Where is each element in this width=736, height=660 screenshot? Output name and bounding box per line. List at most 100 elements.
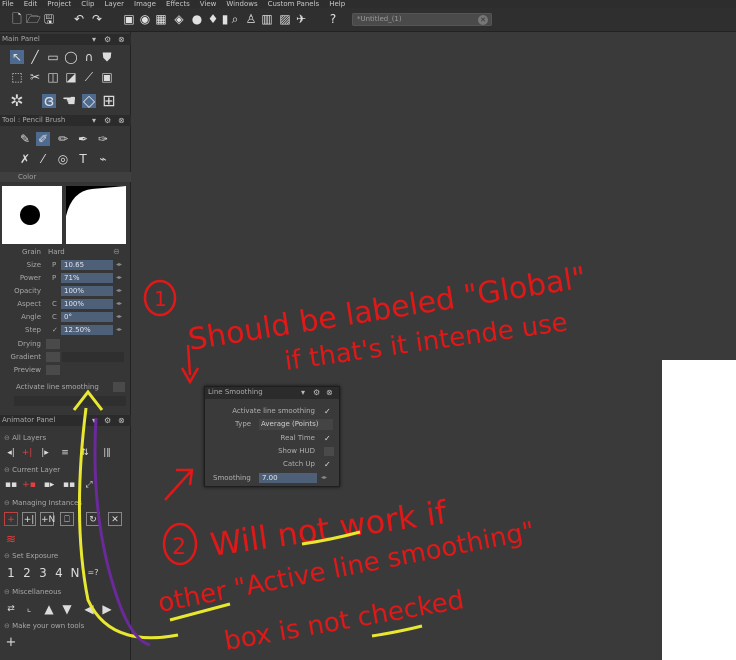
bug-tool-icon[interactable]: ✲ [10, 93, 24, 109]
miscellaneous-group[interactable]: Miscellaneous [4, 588, 61, 596]
new-file-icon[interactable]: 🗋 [10, 12, 24, 26]
eraser-icon[interactable]: ✗ [18, 152, 32, 166]
edit-key-layer-icon[interactable]: ⤢ [82, 478, 96, 492]
dropdown-icon[interactable]: ▾ [92, 35, 96, 44]
power-arrow-icon[interactable]: ◂▸ [116, 274, 122, 281]
transform-tool-icon[interactable]: ⬚ [10, 70, 24, 84]
send-icon[interactable]: ✈ [294, 12, 308, 26]
size-field[interactable]: 10.65 [61, 260, 113, 270]
menu-file[interactable]: File [2, 0, 14, 8]
dialog-smoothing-arrow-icon[interactable]: ◂▸ [321, 474, 327, 481]
smudge-icon[interactable]: ⌁ [96, 152, 110, 166]
size-arrow-icon[interactable]: ◂▸ [116, 261, 122, 268]
ellipse-tool-icon[interactable]: ◯ [64, 50, 78, 64]
camera-icon[interactable]: ▣ [122, 12, 136, 26]
fill-tool-icon[interactable]: ⛊ [100, 50, 114, 64]
close-icon[interactable]: ⊗ [326, 388, 333, 397]
person-icon[interactable]: ♙ [244, 12, 258, 26]
size-pressure-flag[interactable]: P [52, 261, 56, 269]
exposure-n-button[interactable]: N [68, 566, 82, 580]
next-key-all-icon[interactable]: |▸ [38, 446, 52, 460]
contour-tool-icon[interactable]: ◫ [46, 70, 60, 84]
dropdown-icon[interactable]: ▾ [92, 116, 96, 125]
instance-stack-icon[interactable]: ≋ [4, 532, 18, 546]
new-instance-icon[interactable]: + [4, 512, 18, 526]
exposure-3-button[interactable]: 3 [36, 566, 50, 580]
rectangle-tool-icon[interactable]: ▭ [46, 50, 60, 64]
exposure-query-button[interactable]: =? [86, 566, 100, 580]
dialog-catch-up-checkbox[interactable]: ✓ [324, 460, 334, 469]
dropper-icon[interactable]: ⁄ [36, 152, 50, 166]
dialog-activate-checkbox[interactable]: ✓ [324, 407, 334, 416]
close-icon[interactable]: ⊗ [118, 116, 125, 125]
stroke-tool-icon[interactable]: ⟋ [82, 70, 96, 84]
gear-icon[interactable]: ⚙ [104, 116, 111, 125]
step-arrow-icon[interactable]: ◂▸ [116, 326, 122, 333]
grain-value[interactable]: Hard [48, 248, 65, 256]
marker-brush-icon[interactable]: ✒ [76, 132, 90, 146]
pan-tool-icon[interactable]: ☚ [62, 93, 76, 109]
image-icon[interactable]: ▨ [278, 12, 292, 26]
dialog-show-hud-checkbox[interactable] [324, 447, 334, 456]
color-wheel-icon[interactable]: ◉ [138, 12, 152, 26]
menu-project[interactable]: Project [47, 0, 71, 8]
activate-line-smoothing-checkbox[interactable] [113, 382, 125, 392]
aspect-field[interactable]: 100% [61, 299, 113, 309]
dialog-type-select[interactable]: Average (Points) [259, 419, 333, 430]
open-file-icon[interactable]: 🗁 [26, 12, 41, 26]
angle-field[interactable]: 0° [61, 312, 113, 322]
misc-swap-icon[interactable]: ⇄ [4, 602, 18, 616]
zoom-tool-icon[interactable]: ⊞ [102, 93, 116, 109]
aspect-flag[interactable]: C [52, 300, 57, 308]
menu-clip[interactable]: Clip [81, 0, 94, 8]
help-icon[interactable]: ? [326, 12, 340, 26]
exposure-2-button[interactable]: 2 [20, 566, 34, 580]
menu-windows[interactable]: Windows [226, 0, 257, 8]
prev-key-all-icon[interactable]: ◂| [4, 446, 18, 460]
set-exposure-group[interactable]: Set Exposure [4, 552, 58, 560]
undo-icon[interactable]: ↶ [72, 12, 86, 26]
pencil-brush-active-icon[interactable]: ✐ [36, 132, 50, 146]
drying-checkbox[interactable] [46, 339, 60, 349]
grain-options-icon[interactable]: ⊖ [113, 247, 120, 256]
gear-icon[interactable]: ⚙ [104, 35, 111, 44]
gear-icon[interactable]: ⚙ [313, 388, 320, 397]
make-your-own-tools-group[interactable]: Make your own tools [4, 622, 84, 630]
dropdown-icon[interactable]: ▾ [301, 388, 305, 397]
menu-layer[interactable]: Layer [104, 0, 124, 8]
cutter-tool-icon[interactable]: ✂ [28, 70, 42, 84]
opacity-arrow-icon[interactable]: ◂▸ [116, 287, 122, 294]
select-tool-icon[interactable]: ↖ [10, 50, 24, 64]
remove-key-layer-icon[interactable]: ▪▪ [62, 478, 76, 492]
menu-custom-panels[interactable]: Custom Panels [268, 0, 320, 8]
dialog-realtime-checkbox[interactable]: ✓ [324, 434, 334, 443]
add-tool-icon[interactable]: + [4, 636, 18, 650]
smooth-tool-icon[interactable]: ɞ [42, 93, 56, 109]
close-icon[interactable]: ⊗ [118, 35, 125, 44]
document-tab[interactable]: *Untitled_(1) ✕ [352, 13, 492, 26]
redo-icon[interactable]: ↷ [90, 12, 104, 26]
save-icon[interactable]: 🖫 [42, 12, 56, 26]
misc-up-icon[interactable]: ▲ [42, 602, 56, 616]
add-key-layer-icon[interactable]: +▪ [22, 478, 36, 492]
step-checkbox[interactable]: ✓ [52, 326, 58, 334]
ink-brush-icon[interactable]: ✑ [96, 132, 110, 146]
rotate-canvas-icon[interactable]: ◇ [82, 93, 96, 109]
text-tool-icon[interactable]: T [76, 152, 90, 166]
zoom-icon[interactable]: ⌕ [228, 12, 242, 26]
cycle-instance-icon[interactable]: ↻ [86, 512, 100, 526]
angle-flag[interactable]: C [52, 313, 57, 321]
duplicate-instance-icon[interactable]: +| [22, 512, 36, 526]
managing-instances-group[interactable]: Managing Instances [4, 499, 82, 507]
misc-right-icon[interactable]: ▶ [100, 602, 114, 616]
aspect-arrow-icon[interactable]: ◂▸ [116, 300, 122, 307]
dropdown-icon[interactable]: ▾ [92, 416, 96, 425]
dialog-smoothing-field[interactable]: 7.00 [259, 473, 317, 483]
gear-icon[interactable]: ⚙ [104, 416, 111, 425]
next-instance-icon[interactable]: +N [40, 512, 55, 526]
library-icon[interactable]: ▥ [260, 12, 274, 26]
exposure-4-button[interactable]: 4 [52, 566, 66, 580]
add-key-all-icon[interactable]: +| [20, 446, 34, 460]
lasso-tool-icon[interactable]: ∩ [82, 50, 96, 64]
remove-key-all-icon[interactable]: ≡ [58, 446, 72, 460]
